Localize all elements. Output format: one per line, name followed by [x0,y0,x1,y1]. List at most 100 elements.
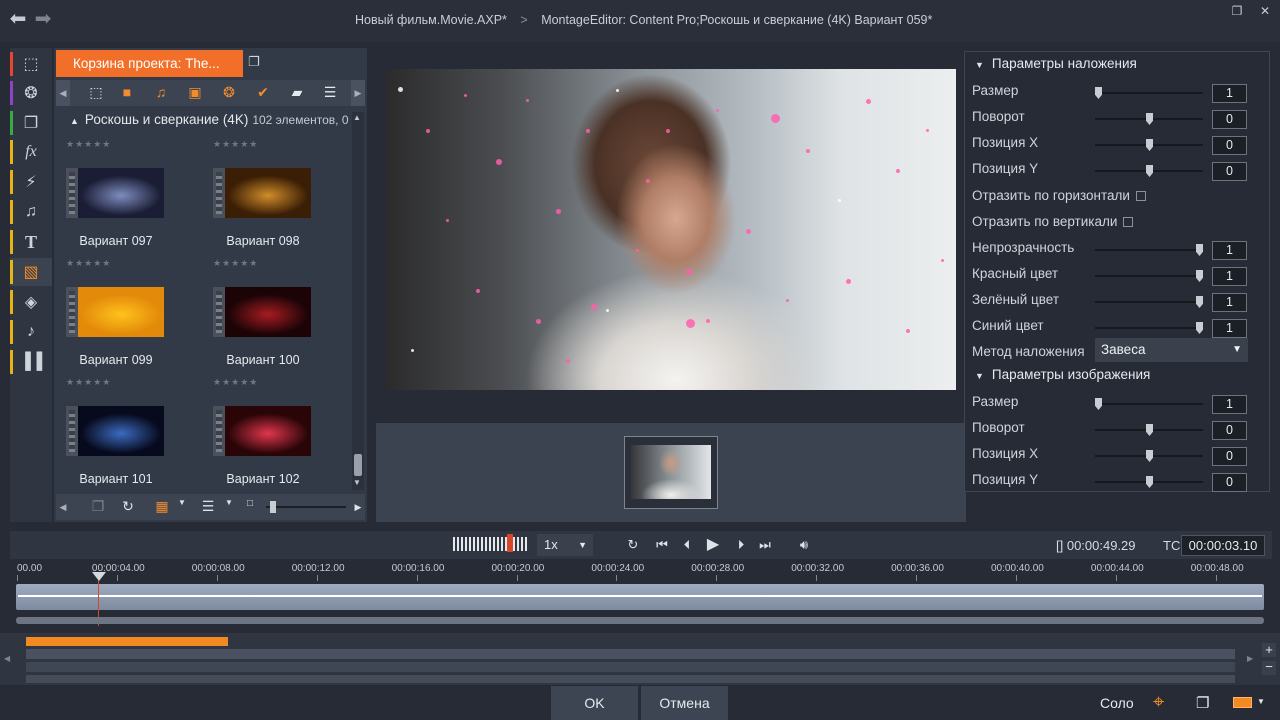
library-item-thumbnail[interactable] [66,287,166,337]
transitions-tool[interactable]: ❐ [10,109,52,137]
toolbar-scroll-right-icon[interactable]: ▶ [351,80,365,106]
step-back-icon[interactable]: ⏴ [677,534,697,556]
current-timecode-field[interactable]: 00:00:03.10 [1181,535,1265,556]
pin-icon[interactable]: ❐ [248,54,266,72]
chevron-down-icon[interactable]: ▼ [1257,697,1265,706]
tracks-scroll-right-icon[interactable]: ▶ [1247,654,1253,663]
parameter-value-field[interactable]: 1 [1212,84,1247,103]
list-view-icon[interactable]: ☰ [320,84,340,102]
scorefitter-tool[interactable]: ♪ [10,318,52,346]
check-filter-icon[interactable]: ✔ [253,84,273,102]
video-preview[interactable] [386,69,956,390]
blend-mode-select[interactable]: Завеса ▼ [1095,338,1248,362]
parameter-slider[interactable] [1095,296,1203,308]
parameter-value-field[interactable]: 0 [1212,473,1247,492]
folder-icon[interactable]: ▰ [287,84,307,102]
slider-knob[interactable] [1196,296,1203,308]
size-slider-knob[interactable] [270,501,276,513]
slider-knob[interactable] [1146,450,1153,462]
slider-knob[interactable] [1146,165,1153,177]
add-media-icon[interactable]: ⬚ [86,84,106,102]
track-lane[interactable] [26,649,1235,659]
bottom-scroll-left-icon[interactable]: ◀ [56,494,70,520]
playback-speed-select[interactable]: 1x ▼ [537,534,593,556]
go-to-end-icon[interactable]: ⏭ [755,534,775,556]
undo-icon[interactable]: ⬅ [6,9,30,31]
volume-icon[interactable]: 🔊︎ [790,534,818,556]
slider-knob[interactable] [1146,139,1153,151]
flip-horizontal-option[interactable]: Отразить по горизонтали [972,188,1146,203]
playhead-handle[interactable] [92,572,106,581]
shuttle-marker[interactable] [507,534,513,552]
audio-filter-icon[interactable]: ♫ [151,84,171,102]
parameter-slider[interactable] [1095,476,1203,488]
track-lane[interactable] [26,662,1235,672]
slider-knob[interactable] [1146,424,1153,436]
parameter-value-field[interactable]: 0 [1212,421,1247,440]
parameter-slider[interactable] [1095,244,1203,256]
grid-dropdown-icon[interactable]: ▼ [172,498,192,516]
video-filter-icon[interactable]: ■ [117,84,137,102]
overlay-params-header[interactable]: ▼ Параметры наложения [975,56,1137,71]
small-size-icon[interactable]: □ [240,498,260,516]
effects-tool[interactable]: fx [10,138,52,166]
parameter-slider[interactable] [1095,270,1203,282]
thumbnail-size-slider[interactable] [266,501,346,513]
slider-knob[interactable] [1146,476,1153,488]
grid-view-icon[interactable]: ▦ [152,498,172,516]
library-item-thumbnail[interactable] [66,168,166,218]
title-tool[interactable]: T [10,228,52,256]
library-item-thumbnail[interactable] [213,287,313,337]
audio-tool[interactable]: ♫ [10,198,52,226]
montage-clip[interactable] [16,584,1264,610]
parameter-value-field[interactable]: 1 [1212,319,1247,338]
parameter-slider[interactable] [1095,450,1203,462]
project-filter-icon[interactable]: ❂ [219,84,239,102]
toolbar-scroll-left-icon[interactable]: ◀ [56,80,70,106]
scrollbar-thumb[interactable] [354,454,362,476]
parameter-value-field[interactable]: 0 [1212,136,1247,155]
rating-stars[interactable]: ★★★★★ [66,377,111,388]
remove-track-icon[interactable]: − [1262,660,1276,675]
list-icon[interactable]: ☰ [198,498,218,516]
add-track-icon[interactable]: + [1262,643,1276,657]
montage-tool[interactable]: ▧ [10,258,52,286]
export-icon[interactable]: ❐ [1196,694,1209,712]
parameter-slider[interactable] [1095,165,1203,177]
parameter-value-field[interactable]: 1 [1212,241,1247,260]
slider-knob[interactable] [1095,87,1102,99]
library-tab[interactable]: Корзина проекта: The... [56,50,243,77]
movie-tool[interactable]: ❂ [10,79,52,107]
slider-knob[interactable] [1196,322,1203,334]
photo-filter-icon[interactable]: ▣ [185,84,205,102]
library-item-thumbnail[interactable] [213,406,313,456]
rating-stars[interactable]: ★★★★★ [213,139,258,150]
rating-stars[interactable]: ★★★★★ [213,258,258,269]
play-icon[interactable]: ▶ [702,534,724,556]
go-to-start-icon[interactable]: ⏮ [652,534,672,556]
parameter-slider[interactable] [1095,322,1203,334]
loop-icon[interactable]: ↻ [622,534,644,556]
refresh-icon[interactable]: ↻ [118,498,138,516]
library-item-thumbnail[interactable] [213,168,313,218]
parameter-value-field[interactable]: 0 [1212,447,1247,466]
parameter-slider[interactable] [1095,398,1203,410]
piano-tool[interactable]: ▐▐ [10,348,52,376]
flip-vertical-checkbox[interactable] [1123,217,1134,227]
slider-knob[interactable] [1095,398,1102,410]
parameter-slider[interactable] [1095,139,1203,151]
copy-icon[interactable]: ❐ [88,498,108,516]
layers-tool[interactable]: ◈ [10,288,52,316]
rating-stars[interactable]: ★★★★★ [213,377,258,388]
overlay-thumbnail[interactable] [624,436,718,509]
ok-button[interactable]: OK [551,686,638,720]
image-params-header[interactable]: ▼ Параметры изображения [975,367,1150,382]
step-forward-icon[interactable]: ⏵ [731,534,751,556]
slider-knob[interactable] [1146,113,1153,125]
flip-horizontal-checkbox[interactable] [1135,191,1146,201]
library-tool[interactable]: ⬚ [10,50,52,78]
target-icon[interactable]: ⌖ [1153,691,1164,714]
scroll-down-icon[interactable]: ▼ [353,478,361,487]
tracks-scroll-left-icon[interactable]: ◀ [4,654,10,663]
slider-knob[interactable] [1196,244,1203,256]
